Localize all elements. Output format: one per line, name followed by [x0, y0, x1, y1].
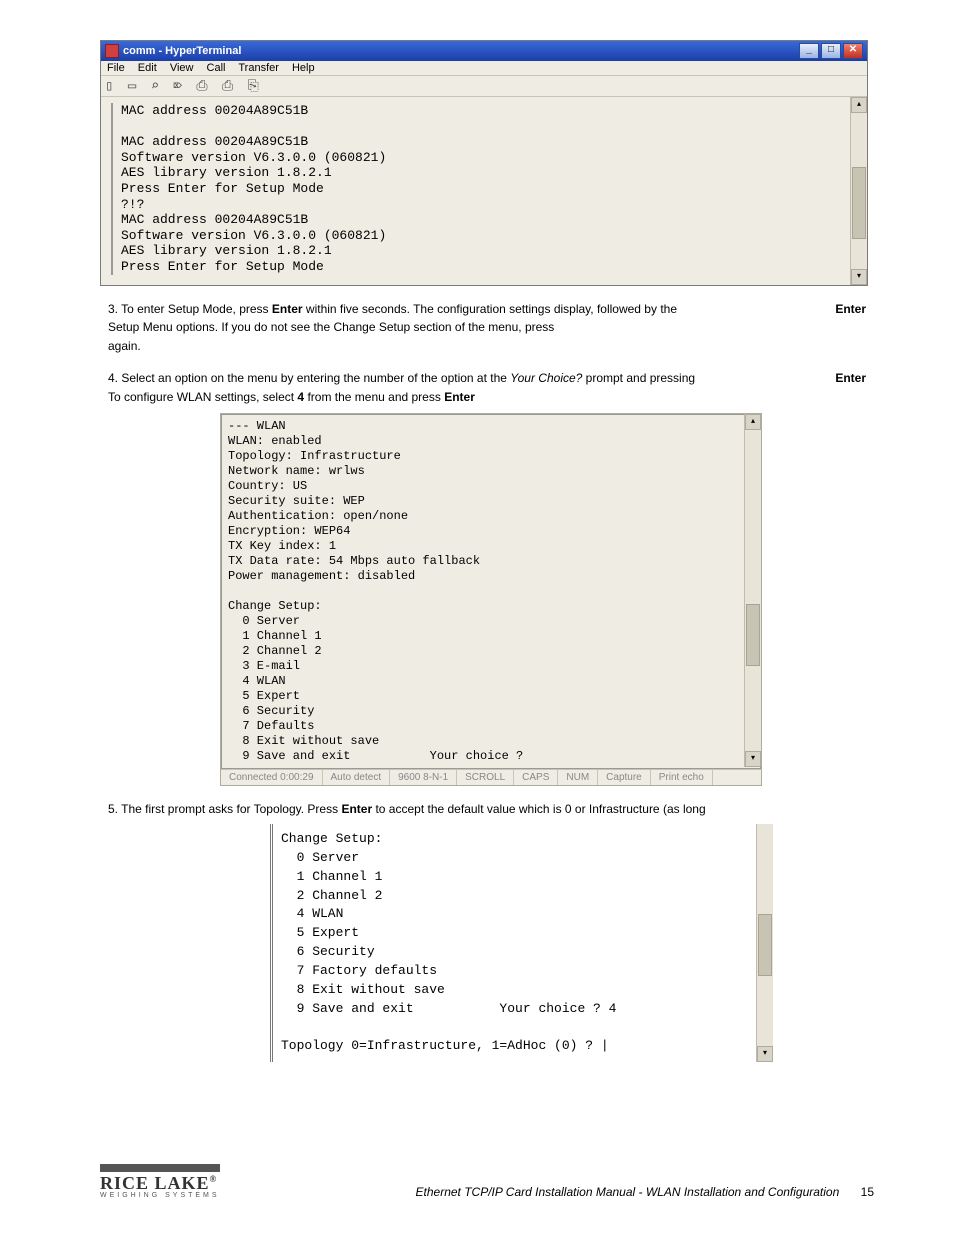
close-button[interactable]: ✕ — [843, 43, 863, 59]
status-printecho: Print echo — [651, 770, 713, 785]
menubar: File Edit View Call Transfer Help — [101, 61, 867, 76]
scroll-thumb[interactable] — [746, 604, 760, 666]
text: again. — [108, 339, 141, 353]
scroll-down-icon[interactable]: ▾ — [757, 1046, 773, 1062]
status-serial: 9600 8-N-1 — [390, 770, 457, 785]
hyperterminal-window: comm - HyperTerminal _ □ ✕ File Edit Vie… — [100, 40, 868, 286]
window-controls: _ □ ✕ — [799, 43, 863, 59]
status-detect: Auto detect — [323, 770, 391, 785]
text: within five seconds. The configuration s… — [303, 302, 677, 316]
menu-file[interactable]: File — [107, 62, 125, 74]
text: from the menu and press — [304, 390, 444, 404]
text: prompt and pressing — [582, 371, 695, 385]
key-enter: Enter — [272, 302, 303, 316]
brand-subtitle: WEIGHING SYSTEMS — [100, 1192, 220, 1199]
page-footer: RICE LAKE® WEIGHING SYSTEMS Ethernet TCP… — [100, 1164, 874, 1199]
hyperterminal-body-screenshot: --- WLAN WLAN: enabled Topology: Infrast… — [220, 413, 762, 786]
window-title: comm - HyperTerminal — [123, 45, 241, 57]
menu-view[interactable]: View — [170, 62, 194, 74]
terminal-output: MAC address 00204A89C51B MAC address 002… — [111, 103, 857, 275]
key-enter: Enter — [444, 390, 475, 404]
vertical-scrollbar[interactable]: ▴ ▾ — [744, 414, 761, 767]
status-scroll: SCROLL — [457, 770, 514, 785]
instruction-step-3: 3. To enter Setup Mode, press Enter with… — [108, 300, 866, 356]
instruction-step-4: 4. Select an option on the menu by enter… — [108, 369, 866, 406]
toolbar[interactable]: ▯ ▭ ⌕ ⌦ ⎙ ⎙ ⎘ — [101, 76, 867, 97]
scroll-up-icon[interactable]: ▴ — [851, 97, 867, 113]
statusbar: Connected 0:00:29 Auto detect 9600 8-N-1… — [221, 769, 761, 785]
text: 4. Select an option on the menu by enter… — [108, 371, 510, 385]
maximize-button[interactable]: □ — [821, 43, 841, 59]
menu-transfer[interactable]: Transfer — [238, 62, 279, 74]
terminal-area: MAC address 00204A89C51B MAC address 002… — [101, 97, 867, 285]
app-icon — [105, 44, 119, 58]
vertical-scrollbar[interactable]: ▾ — [756, 824, 773, 1062]
status-capture: Capture — [598, 770, 651, 785]
key-enter: Enter — [835, 369, 866, 388]
logo-bar — [100, 1164, 220, 1172]
text: 3. To enter Setup Mode, press — [108, 302, 272, 316]
key-enter: Enter — [835, 300, 866, 319]
brand-name: RICE LAKE — [100, 1173, 210, 1193]
status-num: NUM — [558, 770, 598, 785]
status-connected: Connected 0:00:29 — [221, 770, 323, 785]
text: to accept the default value which is 0 o… — [372, 802, 706, 816]
status-caps: CAPS — [514, 770, 558, 785]
text: Setup Menu options. If you do not see th… — [108, 320, 554, 334]
document-title: Ethernet TCP/IP Card Installation Manual… — [416, 1185, 840, 1199]
scroll-thumb[interactable] — [758, 914, 772, 976]
menu-call[interactable]: Call — [207, 62, 226, 74]
terminal-screenshot-topology: Change Setup: 0 Server 1 Channel 1 2 Cha… — [270, 824, 773, 1062]
minimize-button[interactable]: _ — [799, 43, 819, 59]
window-titlebar: comm - HyperTerminal _ □ ✕ — [101, 41, 867, 61]
scroll-down-icon[interactable]: ▾ — [851, 269, 867, 285]
menu-help[interactable]: Help — [292, 62, 315, 74]
menu-edit[interactable]: Edit — [138, 62, 157, 74]
scroll-thumb[interactable] — [852, 167, 866, 239]
text: To configure WLAN settings, select — [108, 390, 297, 404]
terminal-output: Change Setup: 0 Server 1 Channel 1 2 Cha… — [273, 824, 773, 1062]
text: 5. The first prompt asks for Topology. P… — [108, 802, 341, 816]
brand-logo: RICE LAKE® WEIGHING SYSTEMS — [100, 1164, 220, 1199]
scroll-up-icon[interactable]: ▴ — [745, 414, 761, 430]
vertical-scrollbar[interactable]: ▴ ▾ — [850, 97, 867, 285]
instruction-step-5: 5. The first prompt asks for Topology. P… — [108, 800, 866, 819]
scroll-down-icon[interactable]: ▾ — [745, 751, 761, 767]
prompt-text: Your Choice? — [510, 371, 582, 385]
footer-right: Ethernet TCP/IP Card Installation Manual… — [416, 1185, 874, 1199]
terminal-output: --- WLAN WLAN: enabled Topology: Infrast… — [221, 414, 761, 769]
page-number: 15 — [861, 1185, 874, 1199]
key-enter: Enter — [341, 802, 372, 816]
